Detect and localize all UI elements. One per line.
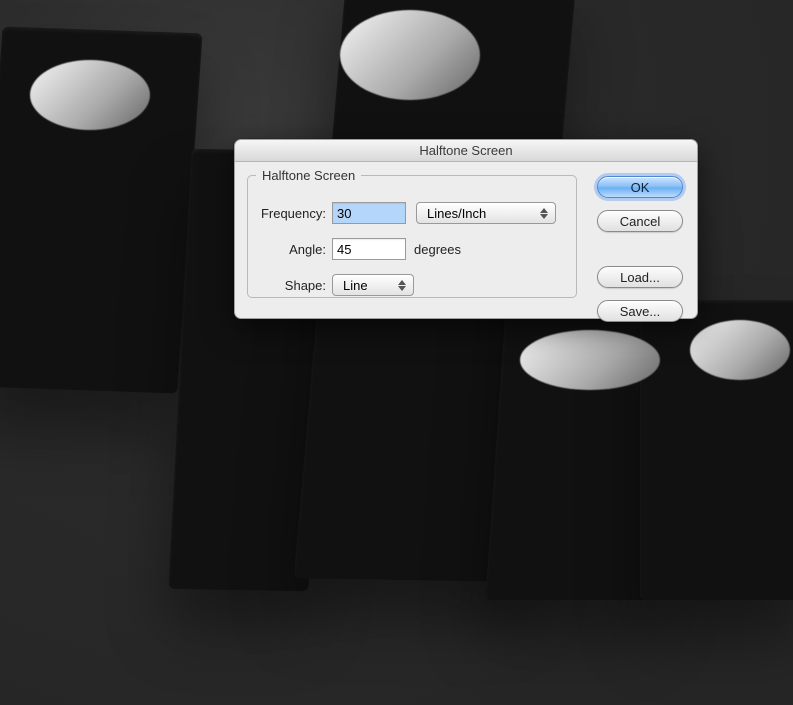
frequency-label: Frequency: [248, 206, 332, 221]
frequency-units-select[interactable]: Lines/Inch [416, 202, 556, 224]
chevron-updown-icon [536, 205, 552, 221]
group-legend: Halftone Screen [256, 168, 361, 183]
load-button[interactable]: Load... [597, 266, 683, 288]
angle-units-text: degrees [414, 242, 461, 257]
frequency-row: Frequency: Lines/Inch [248, 199, 576, 227]
dialog-body: Halftone Screen Frequency: Lines/Inch An… [235, 162, 697, 318]
frequency-units-value: Lines/Inch [427, 206, 486, 221]
artwork-highlight [340, 10, 480, 100]
artwork-highlight [520, 330, 660, 390]
dialog-button-column: OK Cancel Load... Save... [597, 176, 683, 322]
artwork-highlight [30, 60, 150, 130]
cancel-button[interactable]: Cancel [597, 210, 683, 232]
frequency-input[interactable] [332, 202, 406, 224]
dialog-title: Halftone Screen [235, 140, 697, 162]
shape-label: Shape: [248, 278, 332, 293]
spacer [597, 244, 683, 254]
chevron-updown-icon [394, 277, 410, 293]
shape-row: Shape: Line [248, 271, 576, 299]
save-button[interactable]: Save... [597, 300, 683, 322]
angle-row: Angle: degrees [248, 235, 576, 263]
angle-label: Angle: [248, 242, 332, 257]
shape-select[interactable]: Line [332, 274, 414, 296]
shape-value: Line [343, 278, 368, 293]
artwork-highlight [690, 320, 790, 380]
document-canvas [0, 0, 793, 705]
angle-input[interactable] [332, 238, 406, 260]
halftone-screen-dialog: Halftone Screen Halftone Screen Frequenc… [234, 139, 698, 319]
halftone-screen-group: Halftone Screen Frequency: Lines/Inch An… [247, 168, 577, 298]
ok-button[interactable]: OK [597, 176, 683, 198]
